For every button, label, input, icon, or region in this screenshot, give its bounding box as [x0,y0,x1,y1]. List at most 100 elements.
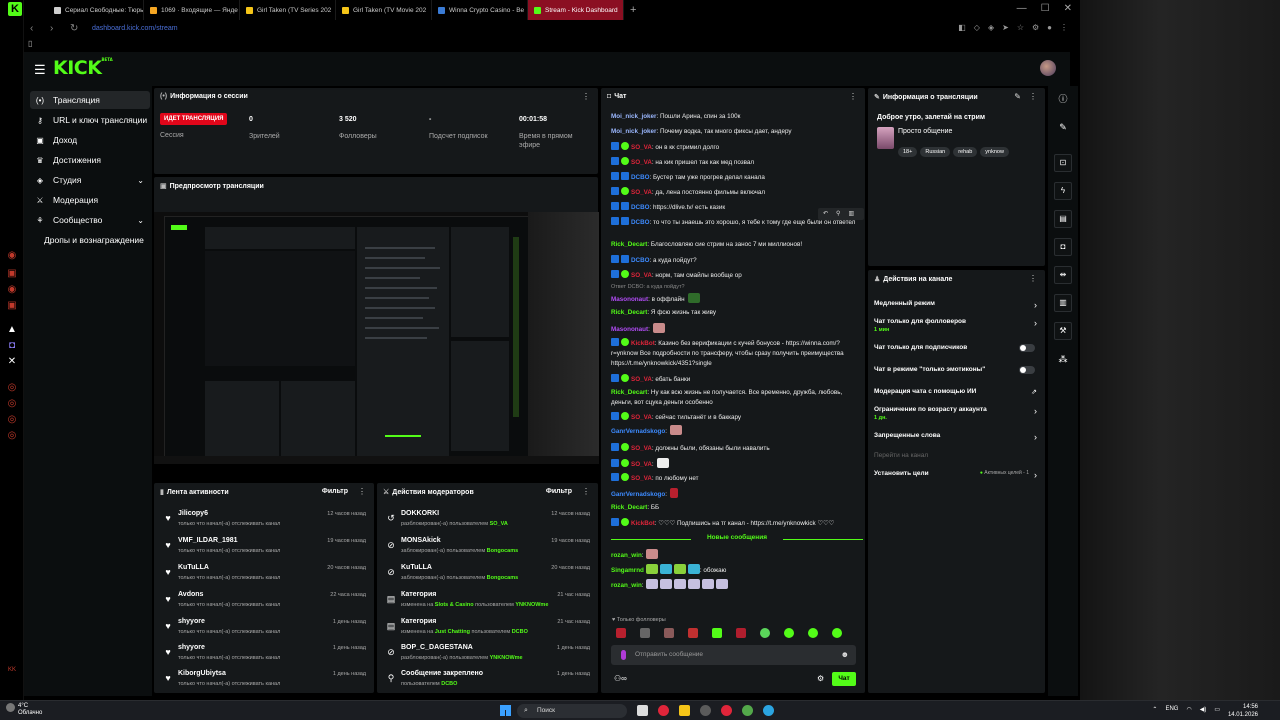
chat-username[interactable]: GanrVernadskogo [611,428,665,435]
activity-username[interactable]: VMF_ILDAR_1981 [178,537,238,544]
hamburger-menu-icon[interactable]: ☰ [34,62,46,78]
browser-tab[interactable]: Сериал Свободные: Тюрь [48,0,144,20]
emote-icon[interactable] [715,579,728,589]
emote-icon[interactable] [808,628,818,638]
sidebar-item-moderation[interactable]: ⚔ Модерация [30,191,150,209]
chat-username[interactable]: SO_VA [631,189,652,196]
star-icon[interactable]: ☆ [1017,23,1024,32]
category-thumbnail[interactable] [877,127,894,149]
emote-icon[interactable] [664,628,674,638]
send-chat-button[interactable]: Чат [832,672,856,686]
volume-icon[interactable]: ◀) [1200,706,1207,713]
action-banned-words[interactable]: Запрещенные слова › [874,432,1039,442]
action-slow-mode[interactable]: Медленный режим › [874,300,1039,310]
browser-tab[interactable]: 1069 · Входящие — Янде [144,0,240,20]
filter-button[interactable]: Фильтр [546,488,572,495]
close-icon[interactable]: ✕ [1064,3,1072,14]
note-icon[interactable]: ▤ [1054,210,1072,228]
maximize-icon[interactable]: ☐ [1041,3,1050,14]
minimize-icon[interactable]: — [1017,3,1027,14]
document-icon[interactable]: ▯ [28,39,32,48]
emote-icon[interactable] [687,293,700,303]
reload-icon[interactable]: ↻ [70,23,84,34]
extensions-icon[interactable]: ⚙ [1032,23,1039,32]
edit-icon[interactable]: ✎ [1014,92,1021,101]
emote-icon[interactable] [656,458,669,468]
emote-icon[interactable] [688,628,698,638]
lock-icon[interactable]: ▣ [6,268,18,280]
yandex-icon[interactable] [721,705,732,716]
info-icon[interactable]: ⓘ [1054,90,1072,108]
emote-icon[interactable] [673,564,686,574]
taskbar-clock[interactable]: 14:56 14.01.2026 [1228,703,1258,719]
chat-username[interactable]: DCBO [631,204,650,211]
mod-action-actor[interactable]: SO_VA [490,521,508,527]
chat-username[interactable]: DCBO [631,219,650,226]
app-icon[interactable]: ◎ [6,382,18,394]
chat-username[interactable]: GanrVernadskogo [611,491,665,498]
app-icon[interactable] [700,705,711,716]
app-icon[interactable] [742,705,753,716]
share-icon[interactable]: ➤ [1002,23,1009,32]
chat-username[interactable]: Masononaut [611,296,648,303]
chat-username[interactable]: SO_VA [631,144,652,151]
emote-icon[interactable] [659,579,672,589]
task-view-icon[interactable] [637,705,648,716]
wrench-icon[interactable]: ⚒ [1054,322,1072,340]
raid-icon[interactable]: ⇹ [1054,266,1072,284]
chat-username[interactable]: Rick_Decart [611,504,647,511]
chat-username[interactable]: Masononaut [611,326,648,333]
app-icon[interactable]: ▲ [6,324,18,336]
menu-icon[interactable]: ⋮ [1060,23,1068,32]
emote-icon[interactable] [616,628,626,638]
windows-start-icon[interactable] [500,705,511,716]
stream-preview-video[interactable] [154,212,599,464]
more-options-icon[interactable]: ⋮ [358,487,366,496]
chat-icon[interactable]: ◘ [1054,238,1072,256]
app-icon[interactable]: ◎ [6,414,18,426]
extension-icon[interactable]: ◧ [958,23,966,32]
rewards-icon[interactable]: ⚇∞ [614,674,627,683]
more-options-icon[interactable]: ⋮ [582,487,590,496]
sidebar-item-community[interactable]: ⚘ Сообщество ⌄ [30,211,150,229]
forward-icon[interactable]: › [50,23,64,34]
lightning-icon[interactable]: ϟ [1054,182,1072,200]
extension-icon[interactable]: ◈ [988,23,994,32]
mod-action-actor[interactable]: Bongocams [487,575,518,581]
emote-icon[interactable] [673,579,686,589]
profile-icon[interactable]: ● [1047,23,1052,32]
emote-icon[interactable] [687,579,700,589]
more-options-icon[interactable]: ⋮ [1029,92,1037,101]
chat-username[interactable]: rozan_win [611,582,642,589]
chat-username[interactable]: Rick_Decart [611,241,647,248]
emote-icon[interactable] [670,488,678,498]
activity-username[interactable]: KiborgUbiytsa [178,670,226,677]
kick-logo[interactable]: KICKBETA [53,57,113,79]
x-icon[interactable]: ✕ [6,356,18,368]
chevron-up-icon[interactable]: ⌃ [1152,706,1157,713]
sidebar-item-url-key[interactable]: ⚷ URL и ключ трансляции [30,111,150,129]
server-icon[interactable]: ▥ [1054,294,1072,312]
settings-icon[interactable]: ⚙ [817,674,824,683]
chat-username[interactable]: SO_VA [631,475,652,482]
mod-action-target[interactable]: KuTuLLA [401,564,432,571]
chat-username[interactable]: SO_VA [631,376,652,383]
filter-button[interactable]: Фильтр [322,488,348,495]
emote-icon[interactable] [832,628,842,638]
sidebar-item-income[interactable]: ▣ Доход [30,131,150,149]
chat-username[interactable]: rozan_win [611,552,642,559]
weather-widget[interactable]: 4°C Облачно [6,703,42,717]
mod-action-actor[interactable]: DCBO [441,681,457,687]
chat-input[interactable]: Отправить сообщение ☻ [611,645,856,665]
chat-username[interactable]: Rick_Decart [611,309,647,316]
new-tab-button[interactable]: + [624,4,642,16]
add-widget-icon[interactable]: ⁂ [1054,350,1072,368]
kick-app-icon[interactable]: K [8,2,22,16]
sidebar-item-drops[interactable]: Дропы и вознаграждение [30,231,150,249]
url-field[interactable]: dashboard.kick.com/stream [92,25,178,32]
mod-action-actor[interactable]: Bongocams [487,548,518,554]
action-set-goals[interactable]: Установить цели ● Активных целей - 1 › [874,470,1039,480]
chat-username[interactable]: SO_VA [631,445,652,452]
chat-username[interactable]: KickBot [631,520,655,527]
emote-icon[interactable] [760,628,770,638]
